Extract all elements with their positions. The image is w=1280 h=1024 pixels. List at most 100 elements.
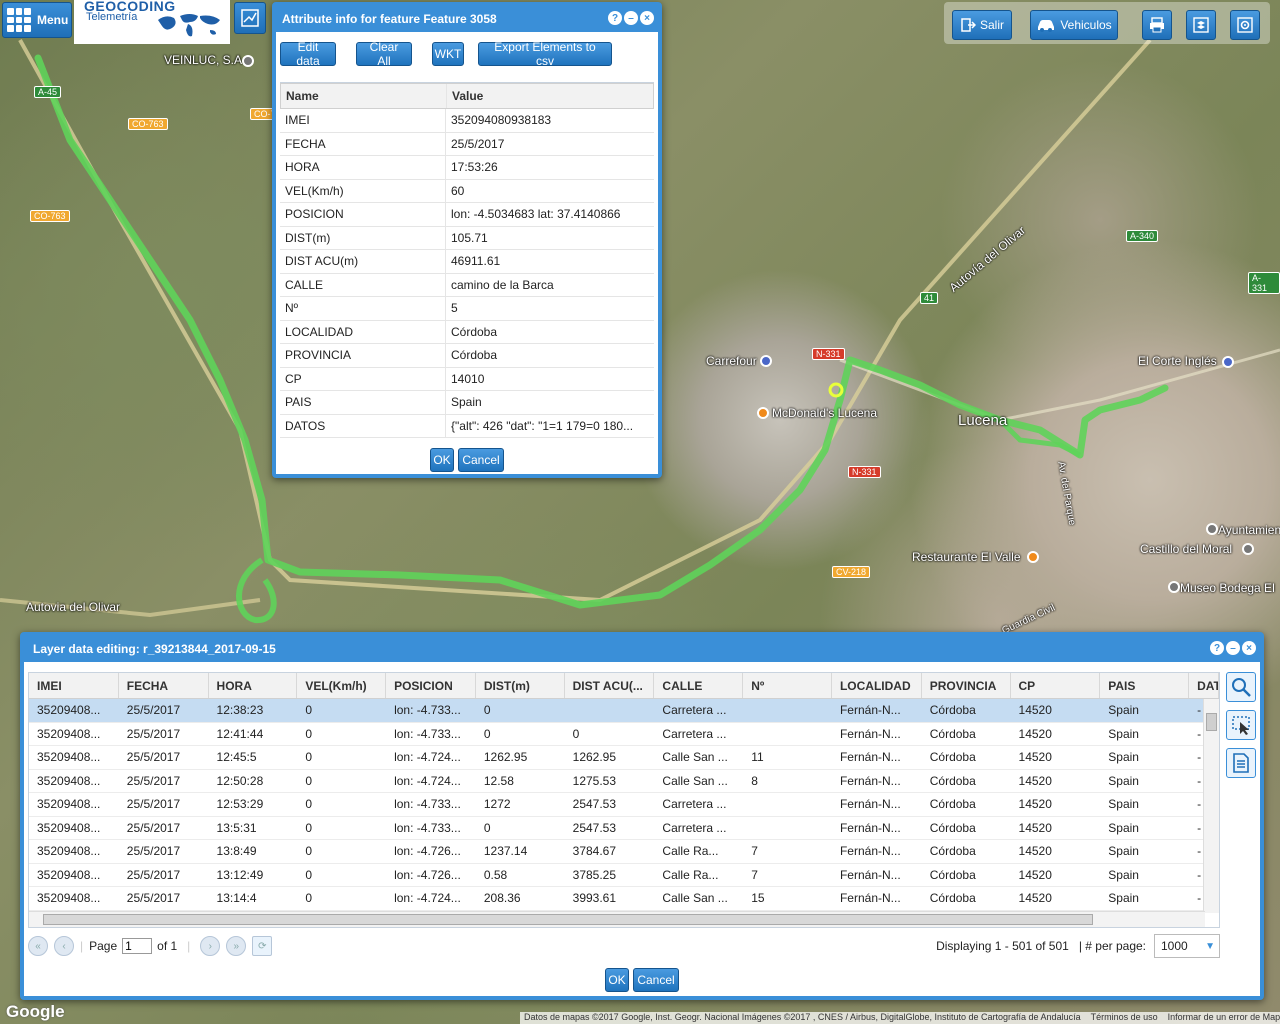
column-header[interactable]: HORA [209,673,298,698]
attribute-row[interactable]: CP 14010 [280,367,654,391]
column-header[interactable]: LOCALIDAD [832,673,922,698]
attribute-value-cell[interactable]: lon: -4.5034683 lat: 37.4140866 [446,203,652,226]
attribute-value-cell[interactable]: 105.71 [446,227,652,250]
zoom-to-feature-button[interactable] [1226,672,1256,702]
wkt-button[interactable]: WKT [432,42,464,66]
attribute-row[interactable]: HORA 17:53:26 [280,156,654,180]
help-icon[interactable]: ? [1210,641,1224,655]
attribute-row[interactable]: PAIS Spain [280,391,654,415]
table-row[interactable]: 35209408... 25/5/2017 13:5:31 0 lon: -4.733.… [29,817,1219,840]
first-page-icon[interactable]: « [28,936,48,956]
table-cell: Fernán-N... [839,867,901,882]
column-header[interactable]: DIST ACU(... [565,673,655,698]
attribute-value-cell[interactable]: 352094080938183 [446,109,652,132]
export-csv-button[interactable]: Export Elements to csv [478,40,612,68]
ok-button[interactable]: OK [430,448,454,472]
exit-button[interactable]: Salir [952,10,1012,40]
landmark-poi-icon[interactable] [1168,581,1180,593]
landmark-poi-icon[interactable] [1242,543,1254,555]
vertical-scrollbar[interactable] [1203,699,1219,913]
attribute-value-cell[interactable]: 14010 [446,368,652,391]
column-header[interactable]: PROVINCIA [922,673,1011,698]
attribute-value-cell[interactable]: {"alt": 426 "dat": "1=1 179=0 180... [446,415,652,438]
restaurant-poi-icon[interactable] [757,407,769,419]
report-error-link[interactable]: Informar de un error de Maps [1168,1012,1280,1024]
column-header[interactable]: Nº [743,673,832,698]
table-row[interactable]: 35209408... 25/5/2017 13:14:4 0 lon: -4.724.… [29,887,1219,911]
column-header[interactable]: IMEI [29,673,119,698]
collapse-icon[interactable]: – [1226,641,1240,655]
last-page-icon[interactable]: » [226,936,247,956]
cancel-button[interactable]: Cancel [458,448,504,472]
attribute-value-cell[interactable]: 46911.61 [446,250,652,273]
place-poi-icon[interactable] [242,55,254,67]
menu-button[interactable]: Menu [2,2,72,38]
attribute-row[interactable]: CALLE camino de la Barca [280,273,654,297]
column-header[interactable]: DAT [1189,673,1219,698]
table-row[interactable]: 35209408... 25/5/2017 12:45:5 0 lon: -4.724.… [29,746,1219,770]
shopping-poi-icon[interactable] [1222,356,1234,368]
value-column-header[interactable]: Value [447,84,653,108]
column-header[interactable]: POSICION [386,673,476,698]
settings-button[interactable] [1230,10,1260,40]
attribute-row[interactable]: PROVINCIA Córdoba [280,344,654,368]
refresh-icon[interactable]: ⟳ [252,936,273,956]
layer-dialog-header[interactable]: Layer data editing: r_39213844_2017-09-1… [24,636,1260,662]
attribute-row[interactable]: DATOS {"alt": 426 "dat": "1=1 179=0 180..… [280,414,654,438]
attribute-row[interactable]: Nº 5 [280,297,654,321]
attribute-value-cell[interactable]: Córdoba [446,321,652,344]
attribute-dialog-header[interactable]: Attribute info for feature Feature 3058 … [276,6,658,32]
attribute-value-cell[interactable]: Córdoba [446,344,652,367]
attribute-value-cell[interactable]: 60 [446,180,652,203]
help-icon[interactable]: ? [608,11,622,25]
print-button[interactable] [1142,10,1172,40]
vehicles-button[interactable]: Vehiculos [1030,10,1118,40]
attribute-row[interactable]: DIST ACU(m) 46911.61 [280,250,654,274]
attribute-row[interactable]: DIST(m) 105.71 [280,226,654,250]
document-button[interactable] [1226,748,1256,778]
ok-button[interactable]: OK [605,968,629,992]
layers-button[interactable] [1186,10,1216,40]
collapse-icon[interactable]: – [624,11,638,25]
attribute-row[interactable]: POSICION lon: -4.5034683 lat: 37.4140866 [280,203,654,227]
next-page-icon[interactable]: › [200,936,221,956]
attribute-row[interactable]: LOCALIDAD Córdoba [280,320,654,344]
prev-page-icon[interactable]: ‹ [54,936,74,956]
table-row[interactable]: 35209408... 25/5/2017 13:12:49 0 lon: -4.726… [29,864,1219,887]
attribute-value-cell[interactable]: 17:53:26 [446,156,652,179]
restaurant-poi-icon[interactable] [1027,551,1039,563]
column-header[interactable]: CALLE [654,673,744,698]
column-header[interactable]: FECHA [119,673,209,698]
attribute-row[interactable]: IMEI 352094080938183 [280,109,654,133]
cancel-button[interactable]: Cancel [633,968,679,992]
attribute-row[interactable]: FECHA 25/5/2017 [280,132,654,156]
table-row[interactable]: 35209408... 25/5/2017 13:8:49 0 lon: -4.726.… [29,840,1219,864]
table-cell: 12:41:44 [216,726,264,741]
page-number-input[interactable] [122,938,153,954]
attribute-value-cell[interactable]: camino de la Barca [446,274,652,297]
edit-tool-button[interactable] [234,2,266,34]
close-icon[interactable]: × [1242,641,1256,655]
column-header[interactable]: DIST(m) [476,673,565,698]
edit-data-button[interactable]: Edit data [280,40,336,68]
clear-all-button[interactable]: Clear All [356,40,412,68]
close-icon[interactable]: × [640,11,654,25]
shopping-poi-icon[interactable] [760,355,772,367]
table-row[interactable]: 35209408... 25/5/2017 12:41:44 0 lon: -4.733… [29,723,1219,746]
column-header[interactable]: CP [1011,673,1101,698]
attribute-value-cell[interactable]: Spain [446,391,652,414]
table-row[interactable]: 35209408... 25/5/2017 12:38:23 0 lon: -4.733… [29,699,1219,723]
select-feature-button[interactable] [1226,710,1256,740]
column-header[interactable]: VEL(Km/h) [297,673,387,698]
landmark-poi-icon[interactable] [1206,523,1218,535]
attribute-row[interactable]: VEL(Km/h) 60 [280,179,654,203]
horizontal-scrollbar[interactable] [29,911,1205,927]
table-row[interactable]: 35209408... 25/5/2017 12:53:29 0 lon: -4.733… [29,793,1219,817]
terms-link[interactable]: Términos de uso [1091,1012,1158,1024]
name-column-header[interactable]: Name [281,84,447,108]
column-header[interactable]: PAIS [1100,673,1190,698]
attribute-value-cell[interactable]: 25/5/2017 [446,133,652,156]
table-row[interactable]: 35209408... 25/5/2017 12:50:28 0 lon: -4.724… [29,770,1219,793]
per-page-select[interactable]: 1000 ▼ [1154,934,1220,958]
attribute-value-cell[interactable]: 5 [446,297,652,320]
